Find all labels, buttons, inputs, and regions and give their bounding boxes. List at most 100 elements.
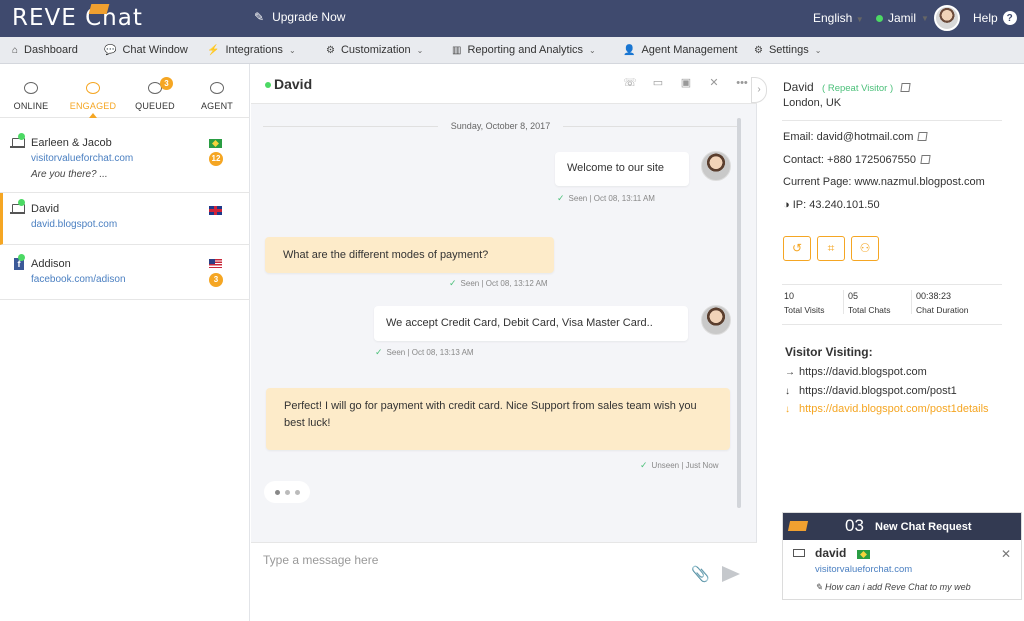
profile-name: David <box>783 80 814 94</box>
chat-icon: 💬 <box>104 44 117 56</box>
nav-label: Agent Management <box>641 44 738 56</box>
online-users-icon <box>24 82 38 94</box>
visitor-item-earleen-jacob[interactable]: Earleen & Jacob visitorvalueforchat.com … <box>0 128 250 193</box>
message-meta: Seen | Oct 08, 13:12 AM <box>460 279 548 288</box>
transfer-agent-button[interactable]: ⚇ <box>851 236 879 261</box>
online-status-icon <box>876 14 883 22</box>
message-meta: Seen | Oct 08, 13:13 AM <box>386 348 474 357</box>
user-menu[interactable]: Jamil ▼ <box>876 11 929 25</box>
message-text: Perfect! I will go for payment with cred… <box>284 400 697 429</box>
tab-queued[interactable]: 3 QUEUED <box>124 64 186 118</box>
engaged-chat-icon <box>86 82 100 94</box>
visitor-name: Addison <box>31 258 71 270</box>
close-icon[interactable]: ✕ <box>1001 547 1011 561</box>
magic-wand-icon: ✎ <box>254 10 265 24</box>
send-icon[interactable] <box>722 566 740 582</box>
user-name: Jamil <box>888 11 917 25</box>
nav-label: Reporting and Analytics <box>467 44 584 56</box>
collapse-panel-button[interactable]: › <box>751 77 767 103</box>
tab-online[interactable]: ONLINE <box>0 64 62 118</box>
visitor-message: Perfect! I will go for payment with cred… <box>266 388 730 450</box>
request-visitor-url[interactable]: visitorvalueforchat.com <box>815 564 912 575</box>
edit-icon[interactable] <box>900 83 912 92</box>
screen-share-icon[interactable]: ▣ <box>679 77 693 89</box>
request-count: 03 <box>845 516 864 535</box>
typing-dot <box>274 489 280 495</box>
chevron-down-icon: ▼ <box>921 13 929 23</box>
check-icon: ✓ <box>449 278 457 288</box>
divider <box>782 324 1002 325</box>
tab-label: AGENT <box>200 101 233 111</box>
plug-icon: ⚡ <box>207 44 220 56</box>
visitor-url[interactable]: david.blogspot.com <box>31 219 117 230</box>
profile-header: David ( Repeat Visitor ) <box>783 80 912 94</box>
scrollbar-thumb[interactable] <box>737 118 741 508</box>
edit-icon[interactable] <box>920 155 931 164</box>
visitor-url[interactable]: visitorvalueforchat.com <box>31 153 133 164</box>
visited-page-item[interactable]: ↓ https://david.blogspot.com/post1 <box>785 385 957 397</box>
video-icon[interactable]: ▭ <box>651 77 665 89</box>
profile-email: Email: david@hotmail.com <box>783 131 914 143</box>
profile-contact: Contact: +880 1725067550 <box>783 154 917 166</box>
visited-page-item-current[interactable]: ↓ https://david.blogspot.com/post1details <box>785 403 989 415</box>
chevron-down-icon: ▼ <box>855 15 864 24</box>
tab-agent[interactable]: AGENT <box>186 64 248 118</box>
user-avatar[interactable] <box>934 5 960 31</box>
divider <box>563 126 738 127</box>
nav-integrations[interactable]: ⚡ Integrations ⌄ <box>207 44 296 56</box>
person-icon: 👤 <box>623 44 636 56</box>
visited-url: https://david.blogspot.com <box>799 366 927 378</box>
agent-avatar <box>701 151 731 181</box>
tab-label: ENGAGED <box>69 101 117 111</box>
visited-page-item[interactable]: → https://david.blogspot.com <box>785 366 927 378</box>
main-nav: ⌂ Dashboard 💬 Chat Window ⚡ Integrations… <box>0 37 1024 64</box>
help-link[interactable]: Help ? <box>973 11 1017 25</box>
phone-icon[interactable]: ☏ <box>623 77 637 89</box>
repeat-visitor-tag: ( Repeat Visitor ) <box>822 83 894 94</box>
queued-count-badge: 3 <box>160 77 173 90</box>
profile-email-row: Email: david@hotmail.com <box>783 131 929 143</box>
upgrade-now-link[interactable]: ✎ Upgrade Now <box>254 10 345 24</box>
nav-reporting[interactable]: ▥ Reporting and Analytics ⌄ <box>452 44 596 56</box>
arrow-down-icon: ↓ <box>785 386 790 397</box>
agent-message: Welcome to our site <box>555 152 689 186</box>
nav-dashboard[interactable]: ⌂ Dashboard <box>12 44 78 56</box>
check-icon: ✓ <box>640 460 648 470</box>
message-status: ✓ Seen | Oct 08, 13:11 AM <box>557 193 655 204</box>
online-status-icon <box>18 133 25 140</box>
message-status: ✓ Seen | Oct 08, 13:13 AM <box>375 347 474 358</box>
online-status-icon <box>18 199 25 206</box>
tab-engaged[interactable]: ENGAGED <box>62 64 124 118</box>
nav-agent-management[interactable]: 👤 Agent Management <box>623 44 737 56</box>
uk-flag-icon <box>209 206 222 215</box>
close-icon[interactable]: ✕ <box>707 77 721 89</box>
request-message-text: How can i add Reve Chat to my web <box>825 582 971 592</box>
more-options-icon[interactable]: ••• <box>735 77 749 89</box>
visitor-item-addison[interactable]: f Addison facebook.com/adison 3 <box>0 245 250 300</box>
online-status-icon <box>265 82 271 88</box>
history-button[interactable]: ↺ <box>783 236 811 261</box>
stat-value: 00:38:23 <box>916 291 952 301</box>
nav-chat-window[interactable]: 💬 Chat Window <box>104 44 188 56</box>
nav-customization[interactable]: ⚙ Customization ⌄ <box>326 44 423 56</box>
tag-button[interactable]: ⌗ <box>817 236 845 261</box>
reve-chat-logo-icon <box>787 521 809 531</box>
reve-chat-logo[interactable]: REVE Chat <box>12 5 143 31</box>
edit-icon[interactable] <box>917 132 929 141</box>
new-chat-request-popup[interactable]: 03 New Chat Request david ✕ visitorvalue… <box>782 512 1022 600</box>
visitor-url[interactable]: facebook.com/adison <box>31 274 126 285</box>
paperclip-icon[interactable]: 📎 <box>691 565 710 583</box>
nav-settings[interactable]: ⚙ Settings ⌄ <box>754 44 821 56</box>
chat-visitor-name: David <box>274 76 313 92</box>
usa-flag-icon <box>209 259 222 268</box>
firefox-icon: ◑ <box>783 199 790 211</box>
request-message: ✎ How can i add Reve Chat to my web <box>815 582 971 592</box>
typing-indicator <box>264 481 310 503</box>
chat-scrollbar[interactable] <box>737 118 741 508</box>
tab-label: ONLINE <box>13 101 49 111</box>
message-input[interactable] <box>263 551 663 569</box>
visitor-message: What are the different modes of payment? <box>265 237 554 273</box>
language-dropdown[interactable]: English ▼ <box>813 11 864 25</box>
visited-url: https://david.blogspot.com/post1details <box>799 403 989 415</box>
visitor-item-david[interactable]: David david.blogspot.com <box>0 193 250 245</box>
